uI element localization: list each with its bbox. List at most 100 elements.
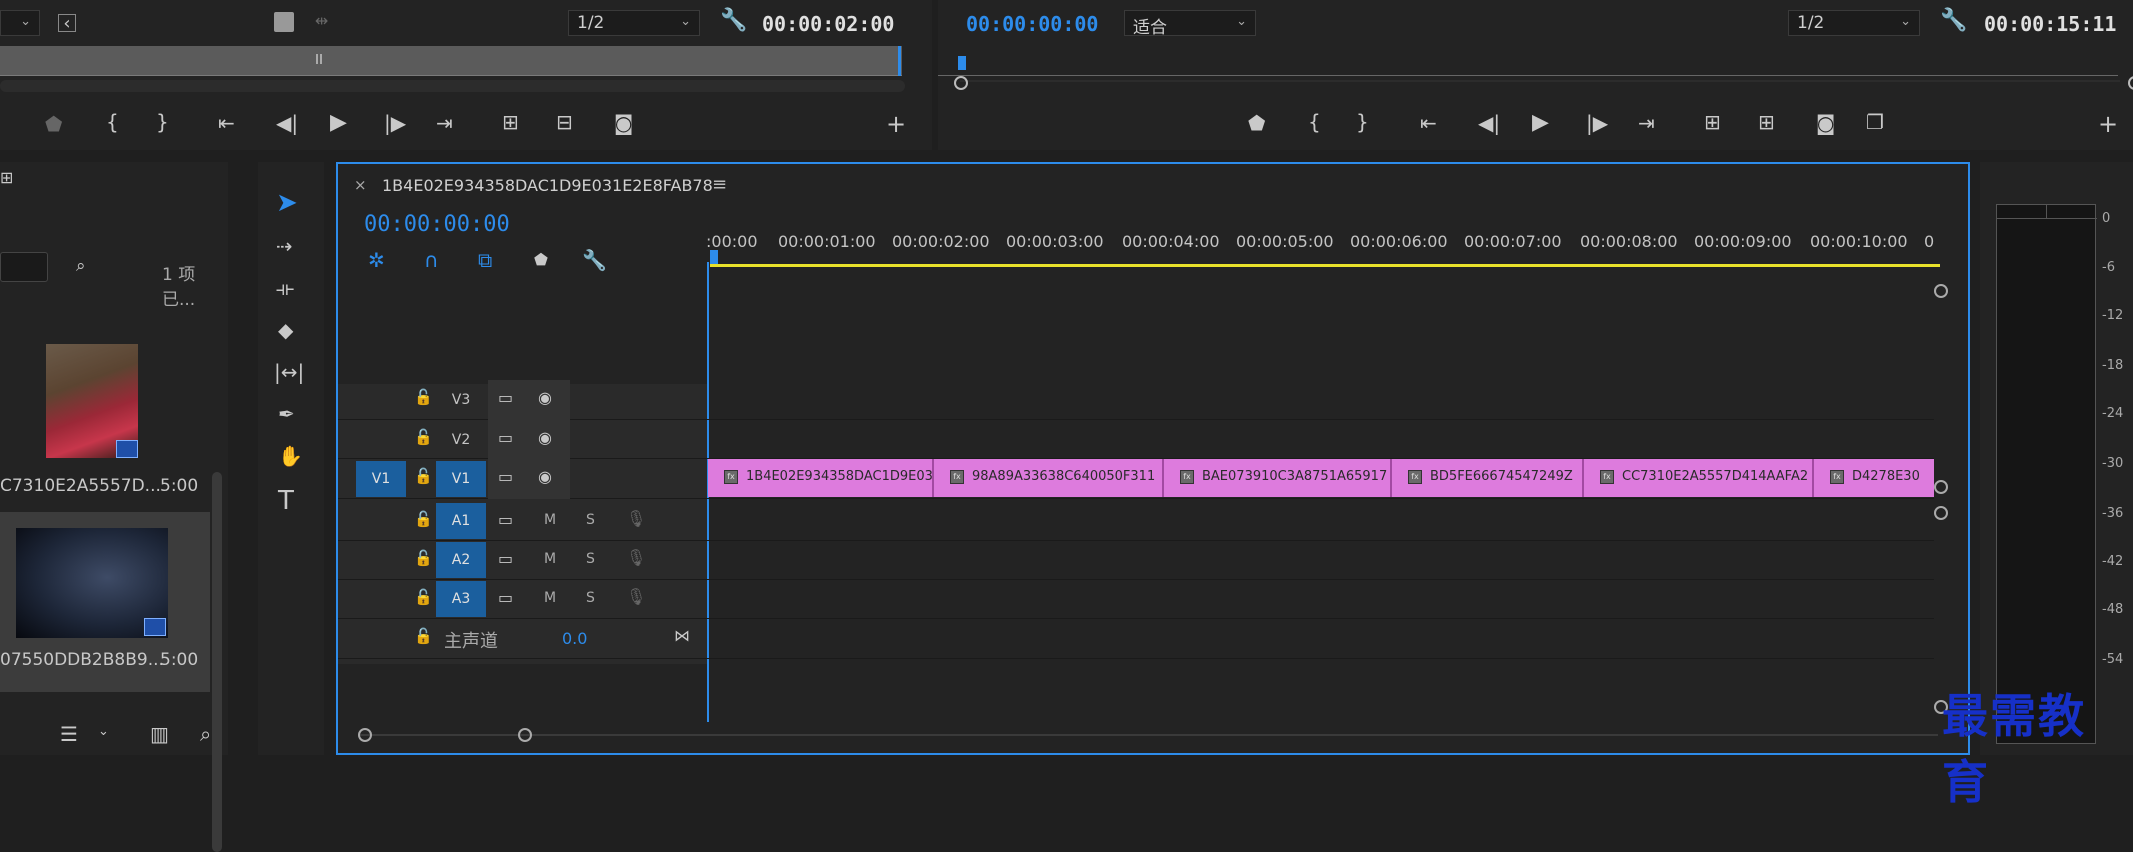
vertical-scroll-handle[interactable]: [1934, 480, 1948, 494]
zoom-handle-left[interactable]: [358, 728, 372, 742]
play-icon[interactable]: ▶: [1532, 112, 1549, 134]
track-name[interactable]: A3: [436, 581, 486, 617]
sequence-tab-name[interactable]: 1B4E02E934358DAC1D9E031E2E8FAB78: [382, 176, 713, 195]
timeline-settings-wrench-icon[interactable]: 🔧: [582, 250, 607, 270]
export-frame-icon[interactable]: [274, 12, 294, 32]
microphone-icon[interactable]: 🎙: [626, 511, 646, 527]
solo-button[interactable]: S: [586, 551, 595, 567]
go-to-out-icon[interactable]: ⇥: [436, 113, 453, 133]
microphone-icon[interactable]: 🎙: [626, 589, 646, 605]
go-to-out-icon[interactable]: ⇥: [1638, 113, 1655, 133]
search-icon[interactable]: ⌕: [200, 724, 211, 744]
eye-icon[interactable]: ◉: [538, 390, 552, 406]
sync-lock-icon[interactable]: ▭: [498, 512, 513, 528]
source-out-marker[interactable]: [898, 46, 901, 76]
go-to-end-icon[interactable]: ⋈: [674, 628, 690, 644]
source-patch-v1[interactable]: V1: [356, 461, 406, 497]
vertical-scroll-handle[interactable]: [1934, 506, 1948, 520]
lock-icon[interactable]: 🔓: [414, 512, 433, 527]
mark-out-icon[interactable]: }: [156, 112, 169, 132]
compare-view-icon[interactable]: ❐: [1866, 112, 1884, 132]
bin-view-icon[interactable]: ⊞: [0, 170, 13, 186]
mark-out-icon[interactable]: }: [1356, 112, 1369, 132]
play-icon[interactable]: ▶: [330, 112, 347, 134]
clip-thumbnail[interactable]: [46, 344, 138, 458]
vertical-scroll-handle[interactable]: [1934, 284, 1948, 298]
project-item[interactable]: C7310E2A5557D... 5:00: [0, 312, 210, 496]
eye-icon[interactable]: ◉: [538, 469, 552, 485]
sync-lock-icon[interactable]: ▭: [498, 390, 513, 406]
timeline-clip[interactable]: fx CC7310E2A5557D414AAFA2: [1584, 459, 1814, 497]
source-scrollbar[interactable]: [0, 80, 905, 92]
freeform-view-icon[interactable]: ▥: [150, 724, 169, 744]
step-back-icon[interactable]: ◀|: [276, 113, 298, 133]
scroll-handle-left[interactable]: [954, 76, 968, 90]
wrench-icon[interactable]: 🔧: [1940, 10, 1967, 32]
timeline-clip[interactable]: fx 1B4E02E934358DAC1D9E03: [708, 459, 934, 497]
solo-button[interactable]: S: [586, 512, 595, 528]
camera-icon[interactable]: ◙: [614, 113, 633, 133]
sync-lock-icon[interactable]: ▭: [498, 469, 513, 485]
track-name[interactable]: V1: [436, 461, 486, 497]
timeline-clip[interactable]: fx 98A89A33638C640050F311: [934, 459, 1164, 497]
marker-icon[interactable]: ⬟: [1248, 113, 1265, 133]
track-row-a1[interactable]: 🔓 A1 ▭ M S 🎙: [338, 502, 1934, 541]
track-name[interactable]: V2: [436, 422, 486, 458]
insert-clip-icon[interactable]: ⊞: [502, 112, 519, 132]
lock-icon[interactable]: 🔓: [414, 590, 433, 605]
source-zoom-dropdown[interactable]: 1/2 ⌄: [568, 10, 700, 36]
eye-icon[interactable]: ◉: [538, 430, 552, 446]
program-scrollbar[interactable]: [954, 76, 2133, 92]
chevron-down-icon[interactable]: ⌄: [98, 725, 109, 738]
ripple-edit-tool-icon[interactable]: ⟛: [276, 278, 294, 298]
sequence-menu-icon[interactable]: ≡: [712, 174, 727, 195]
source-settings-dropdown[interactable]: ⌄: [0, 10, 40, 36]
drag-video-icon[interactable]: ⇹: [315, 13, 328, 29]
add-button-icon[interactable]: +: [886, 112, 906, 136]
timeline-zoom-scrollbar[interactable]: [358, 728, 1938, 748]
work-area-bar[interactable]: [710, 264, 1940, 267]
track-name[interactable]: V3: [436, 382, 486, 418]
timeline-playhead-timecode[interactable]: 00:00:00:00: [364, 212, 510, 237]
step-back-icon[interactable]: ◀|: [1478, 113, 1500, 133]
solo-button[interactable]: S: [586, 590, 595, 606]
mute-button[interactable]: M: [544, 551, 556, 567]
snap-icon[interactable]: ∩: [424, 250, 439, 270]
go-to-in-icon[interactable]: ⇤: [1420, 113, 1437, 133]
program-mini-timeline[interactable]: [938, 56, 2118, 76]
step-forward-icon[interactable]: |▶: [1586, 113, 1608, 133]
selection-tool-icon[interactable]: ➤: [276, 190, 298, 216]
source-timecode[interactable]: 00:00:02:00: [762, 12, 894, 36]
hand-tool-icon[interactable]: ✋: [278, 446, 303, 466]
lock-icon[interactable]: 🔓: [414, 430, 433, 445]
track-name[interactable]: A2: [436, 542, 486, 578]
mark-in-icon[interactable]: {: [1308, 112, 1321, 132]
program-fit-dropdown[interactable]: 适合 ⌄: [1124, 10, 1256, 38]
timeline-clip[interactable]: fx BAE073910C3A8751A65917: [1164, 459, 1392, 497]
lock-icon[interactable]: 🔓: [414, 629, 433, 644]
track-row-a2[interactable]: 🔓 A2 ▭ M S 🎙: [338, 541, 1934, 580]
timeline-clip[interactable]: fx BD5FE66674547249Z: [1392, 459, 1584, 497]
lock-icon[interactable]: 🔓: [414, 390, 433, 405]
scroll-handle-right[interactable]: [2128, 76, 2133, 90]
project-item-selected[interactable]: 07550DDB2B8B9... 5:00: [0, 512, 210, 692]
add-marker-icon[interactable]: ⬟: [534, 252, 548, 268]
marker-icon[interactable]: ⬟: [45, 114, 62, 134]
source-playhead[interactable]: [316, 54, 322, 64]
clip-thumbnail[interactable]: [16, 528, 168, 638]
insert-icon[interactable]: ‹: [58, 14, 76, 33]
overwrite-clip-icon[interactable]: ⊟: [556, 112, 573, 132]
track-name[interactable]: A1: [436, 503, 486, 539]
source-mini-timeline[interactable]: [0, 46, 902, 76]
mute-button[interactable]: M: [544, 590, 556, 606]
track-row-v2[interactable]: 🔓 V2 ▭ ◉: [338, 420, 1934, 459]
nest-toggle-icon[interactable]: ✲: [368, 250, 385, 270]
list-view-icon[interactable]: ☰: [60, 724, 78, 744]
pen-tool-icon[interactable]: ✒: [278, 404, 295, 424]
lift-icon[interactable]: ⊞: [1704, 112, 1721, 132]
track-row-v3[interactable]: 🔓 V3 ▭ ◉: [338, 380, 1934, 420]
microphone-icon[interactable]: 🎙: [626, 550, 646, 566]
add-button-icon[interactable]: +: [2098, 112, 2118, 136]
camera-icon[interactable]: ◙: [1816, 113, 1835, 133]
ruler-playhead-marker[interactable]: [710, 250, 718, 264]
